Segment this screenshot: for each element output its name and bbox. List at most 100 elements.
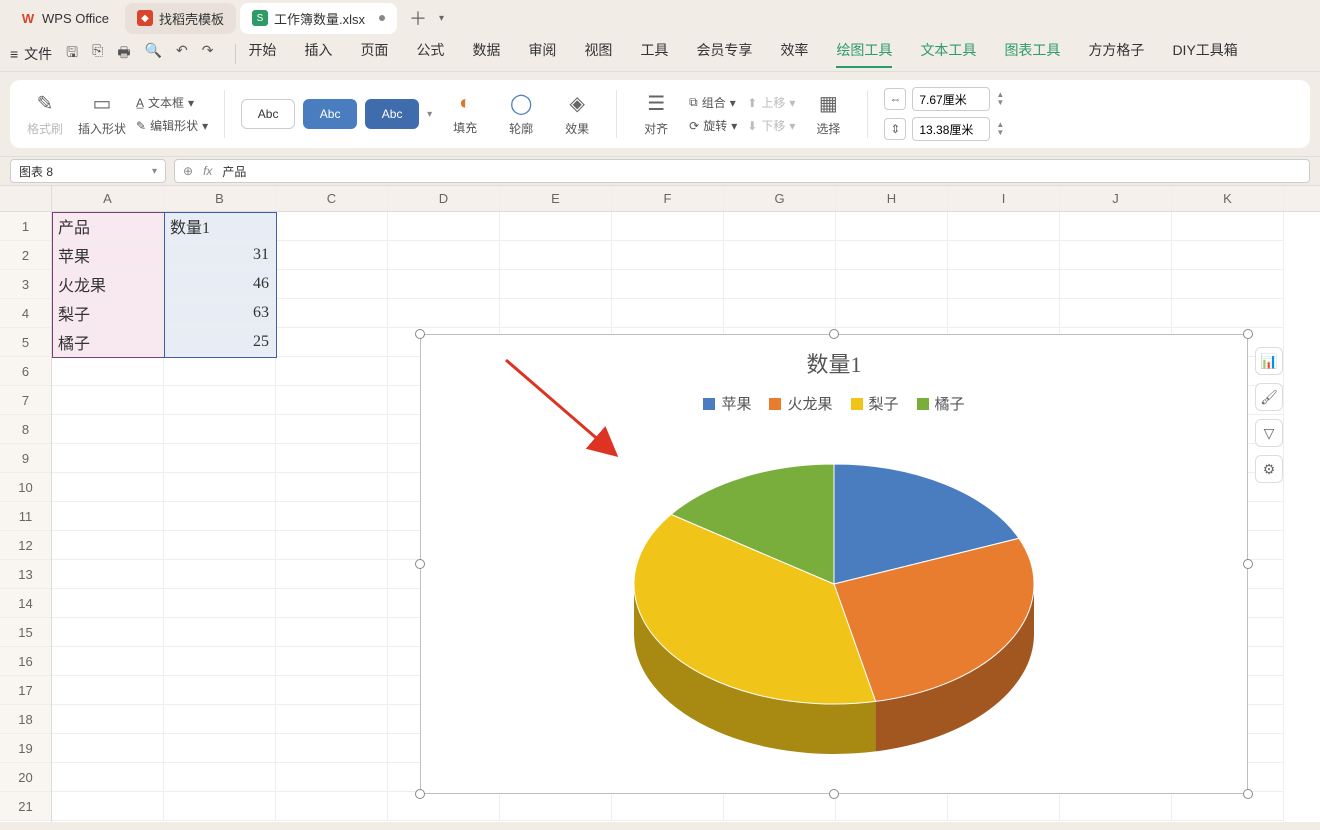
- resize-handle[interactable]: [1243, 789, 1253, 799]
- menu-14[interactable]: DIY工具箱: [1172, 40, 1237, 68]
- row-header[interactable]: 11: [0, 502, 51, 531]
- row-header[interactable]: 17: [0, 676, 51, 705]
- resize-handle[interactable]: [1243, 559, 1253, 569]
- resize-handle[interactable]: [415, 789, 425, 799]
- undo-icon[interactable]: ↶: [176, 42, 188, 66]
- row-header[interactable]: 8: [0, 415, 51, 444]
- row-header[interactable]: 12: [0, 531, 51, 560]
- redo-icon[interactable]: ↷: [202, 42, 214, 66]
- cell[interactable]: [52, 589, 164, 618]
- menu-2[interactable]: 页面: [360, 40, 388, 68]
- cell[interactable]: [52, 415, 164, 444]
- menu-10[interactable]: 绘图工具: [836, 40, 892, 68]
- row-header[interactable]: 10: [0, 473, 51, 502]
- cell[interactable]: [1060, 792, 1172, 821]
- cell[interactable]: [52, 531, 164, 560]
- align-button[interactable]: ☰对齐: [633, 91, 679, 137]
- select-button[interactable]: ▦选择: [805, 91, 851, 137]
- col-header[interactable]: B: [164, 186, 276, 211]
- row-header[interactable]: 5: [0, 328, 51, 357]
- cell[interactable]: [276, 212, 388, 241]
- row-header[interactable]: 6: [0, 357, 51, 386]
- cell[interactable]: [388, 270, 500, 299]
- row-header[interactable]: 3: [0, 270, 51, 299]
- cell[interactable]: [500, 212, 612, 241]
- row-header[interactable]: 21: [0, 792, 51, 821]
- menu-13[interactable]: 方方格子: [1088, 40, 1144, 68]
- menu-0[interactable]: 开始: [248, 40, 276, 68]
- cell[interactable]: [836, 792, 948, 821]
- style-preset-1[interactable]: Abc: [241, 99, 295, 129]
- cell[interactable]: [612, 212, 724, 241]
- cell[interactable]: [164, 357, 276, 386]
- cell[interactable]: [724, 792, 836, 821]
- cell[interactable]: [276, 676, 388, 705]
- height-input[interactable]: [912, 117, 990, 141]
- menu-8[interactable]: 会员专享: [696, 40, 752, 68]
- cell[interactable]: [1060, 241, 1172, 270]
- cell[interactable]: [164, 473, 276, 502]
- cell[interactable]: [836, 212, 948, 241]
- cell[interactable]: [836, 299, 948, 328]
- fx-icon[interactable]: fx: [203, 164, 212, 178]
- cell[interactable]: [276, 386, 388, 415]
- cell[interactable]: [276, 705, 388, 734]
- row-header[interactable]: 15: [0, 618, 51, 647]
- cell[interactable]: [1060, 270, 1172, 299]
- row-header[interactable]: 7: [0, 386, 51, 415]
- search-icon[interactable]: ⊕: [183, 164, 193, 178]
- col-header[interactable]: F: [612, 186, 724, 211]
- row-header[interactable]: 13: [0, 560, 51, 589]
- cell[interactable]: [612, 792, 724, 821]
- edit-shape-button[interactable]: ✎编辑形状 ▾: [136, 117, 208, 134]
- cell[interactable]: [276, 299, 388, 328]
- pie-chart[interactable]: [421, 444, 1247, 754]
- cell[interactable]: [836, 270, 948, 299]
- menu-5[interactable]: 审阅: [528, 40, 556, 68]
- resize-handle[interactable]: [829, 329, 839, 339]
- insert-shape-button[interactable]: ▭ 插入形状: [78, 91, 126, 137]
- cell[interactable]: [164, 618, 276, 647]
- document-tab[interactable]: S 工作簿数量.xlsx: [240, 3, 397, 34]
- chart-settings-button[interactable]: ⚙: [1255, 455, 1283, 483]
- cell[interactable]: [52, 647, 164, 676]
- cell[interactable]: [612, 241, 724, 270]
- print-icon[interactable]: 🖶: [117, 42, 130, 66]
- cell[interactable]: [1060, 212, 1172, 241]
- cell[interactable]: [388, 241, 500, 270]
- legend-item[interactable]: 橘子: [917, 393, 965, 414]
- cell[interactable]: [388, 792, 500, 821]
- cell[interactable]: 苹果: [52, 241, 164, 270]
- cell[interactable]: [948, 299, 1060, 328]
- cell[interactable]: 数量1: [164, 212, 276, 241]
- chart-type-button[interactable]: 📊: [1255, 347, 1283, 375]
- cell[interactable]: [276, 792, 388, 821]
- resize-handle[interactable]: [415, 329, 425, 339]
- style-preset-2[interactable]: Abc: [303, 99, 357, 129]
- cell[interactable]: 46: [164, 270, 276, 299]
- row-header[interactable]: 1: [0, 212, 51, 241]
- menu-6[interactable]: 视图: [584, 40, 612, 68]
- row-header[interactable]: 16: [0, 647, 51, 676]
- height-spinner[interactable]: ▲▼: [996, 121, 1004, 137]
- cell[interactable]: [164, 502, 276, 531]
- col-header[interactable]: J: [1060, 186, 1172, 211]
- new-tab-button[interactable]: ＋: [401, 5, 435, 31]
- menu-1[interactable]: 插入: [304, 40, 332, 68]
- cell[interactable]: [724, 241, 836, 270]
- text-box-button[interactable]: A̲文本框 ▾: [136, 94, 208, 111]
- cell[interactable]: [52, 444, 164, 473]
- template-tab[interactable]: ◆ 找稻壳模板: [125, 3, 236, 34]
- cell[interactable]: [276, 270, 388, 299]
- name-box[interactable]: 图表 8 ▾: [10, 159, 166, 183]
- group-button[interactable]: ⧉组合 ▾: [689, 94, 737, 111]
- menu-11[interactable]: 文本工具: [920, 40, 976, 68]
- chart-style-button[interactable]: 🖌: [1255, 383, 1283, 411]
- style-preset-3[interactable]: Abc: [365, 99, 419, 129]
- export-icon[interactable]: ⎘: [92, 42, 103, 66]
- cell[interactable]: [500, 241, 612, 270]
- row-header[interactable]: 4: [0, 299, 51, 328]
- resize-handle[interactable]: [829, 789, 839, 799]
- effects-button[interactable]: ◈效果: [554, 91, 600, 137]
- cell[interactable]: 橘子: [52, 328, 164, 357]
